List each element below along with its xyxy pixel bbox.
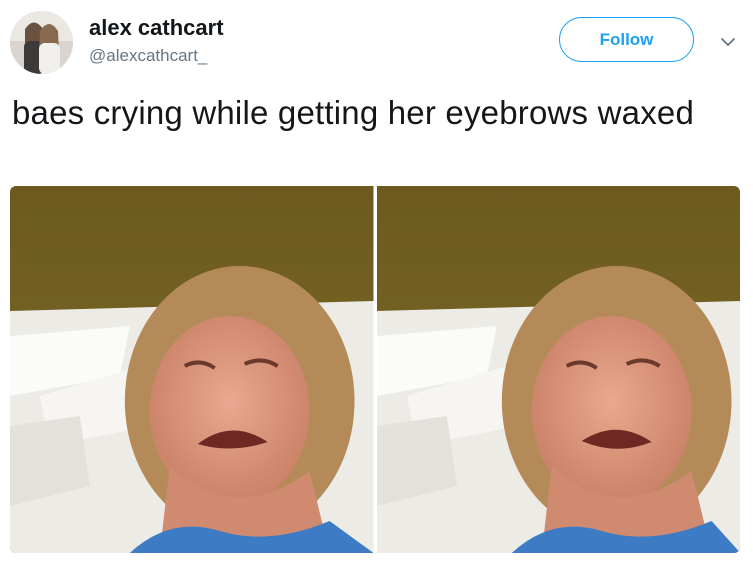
follow-button[interactable]: Follow (559, 17, 694, 62)
avatar-image (10, 11, 73, 74)
avatar[interactable] (10, 11, 73, 74)
tweet-photo-right[interactable] (376, 186, 740, 553)
media-grid (10, 186, 740, 553)
author-handle[interactable]: @alexcathcart_ (89, 46, 207, 66)
tweet-photo-left[interactable] (10, 186, 374, 553)
tweet-text: baes crying while getting her eyebrows w… (12, 94, 694, 131)
photo-image (10, 186, 374, 553)
tweet-card: alex cathcart @alexcathcart_ Follow baes… (0, 0, 753, 564)
chevron-down-icon[interactable] (718, 32, 738, 52)
author-name[interactable]: alex cathcart (89, 15, 224, 41)
photo-image (376, 186, 740, 553)
